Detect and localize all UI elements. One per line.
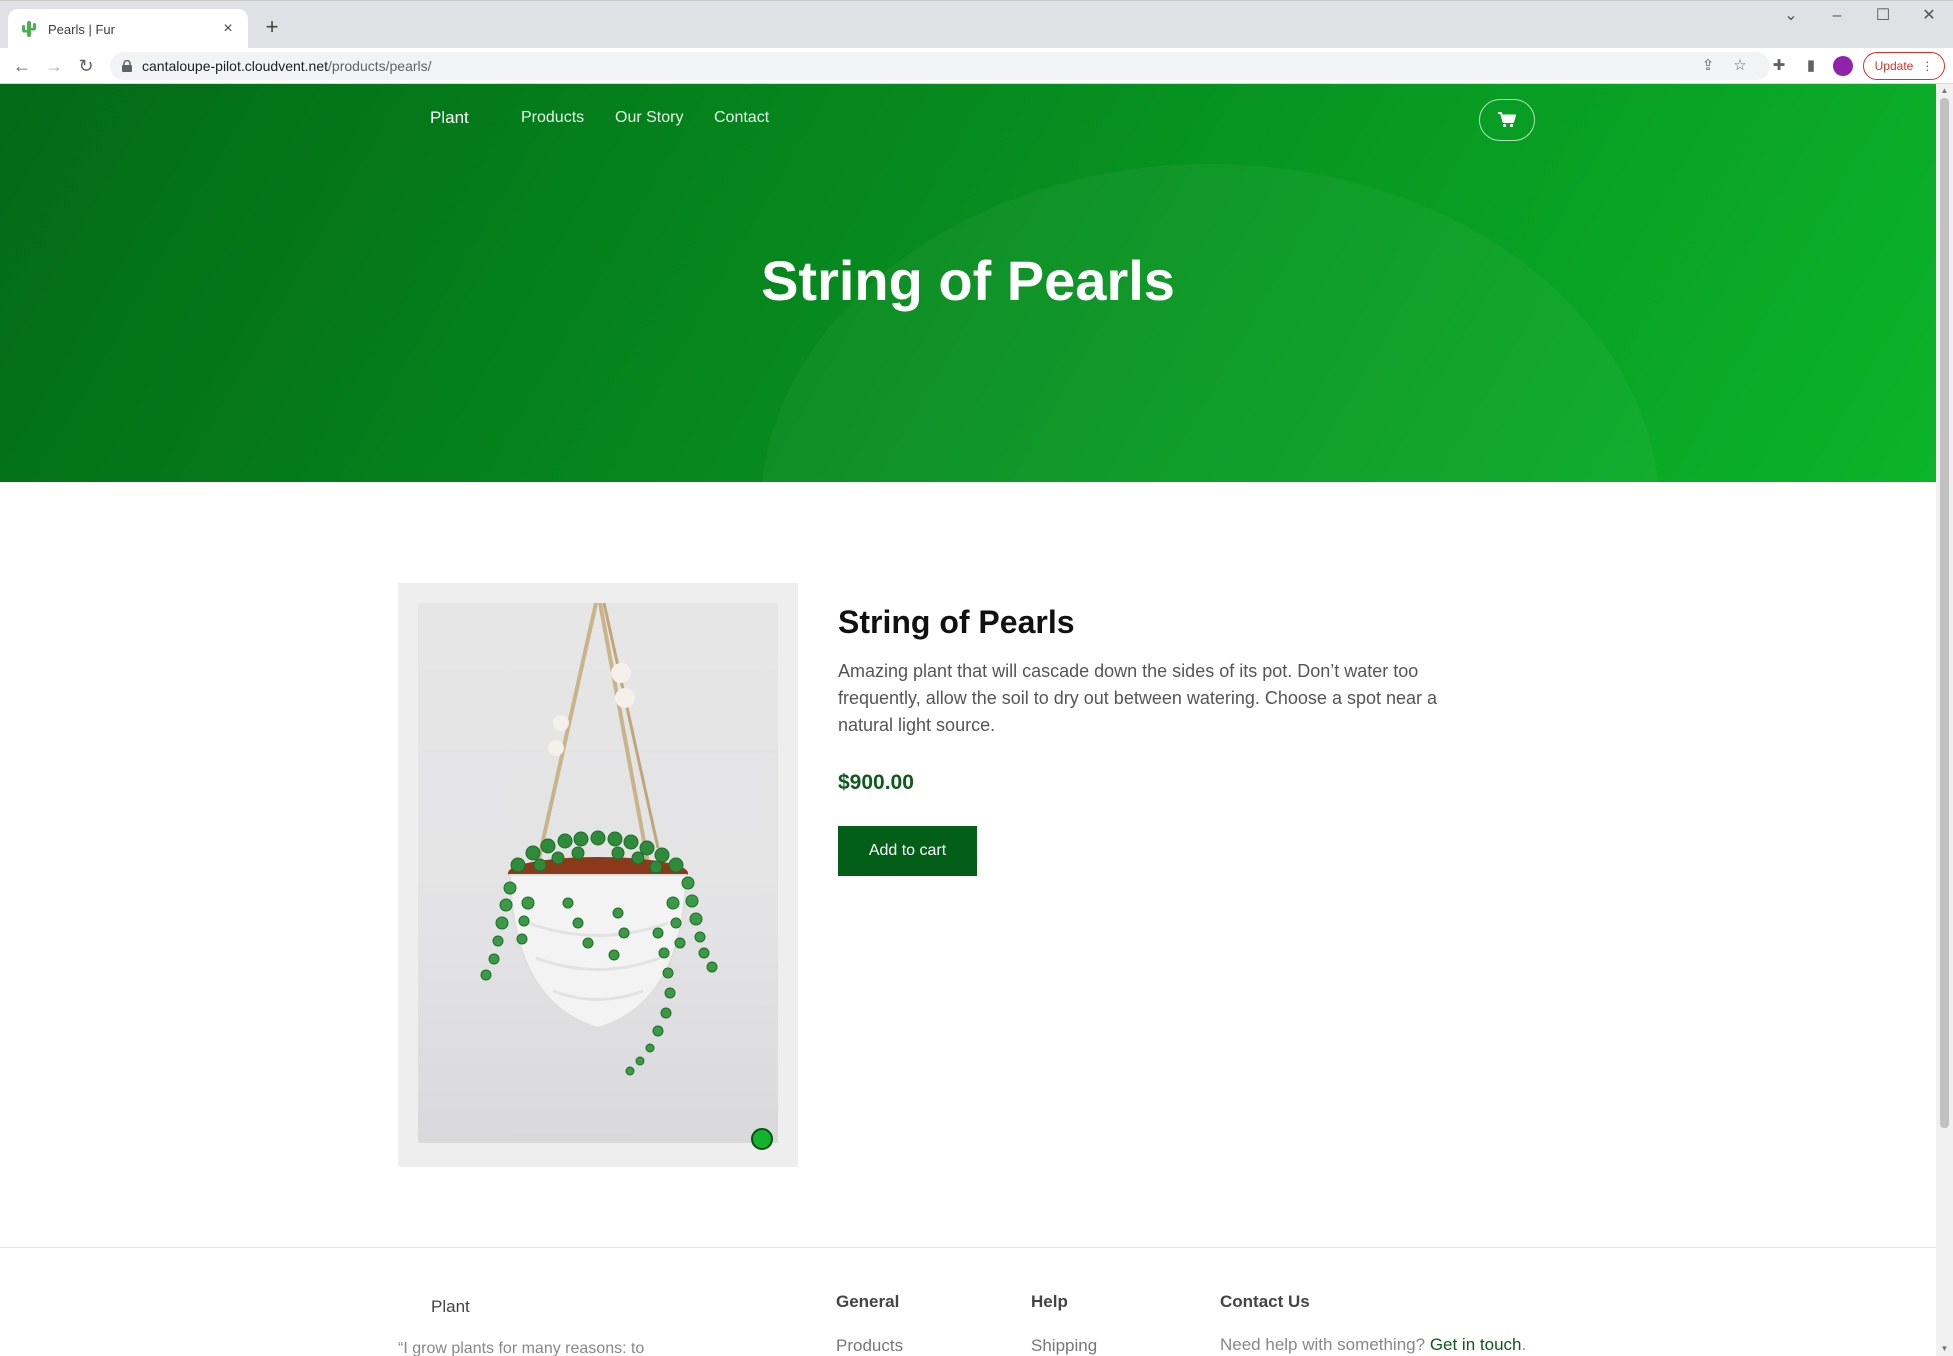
browser-tabstrip: Pearls | Fur × + ⌄ – ☐ ✕	[0, 0, 1953, 49]
close-window-icon[interactable]: ✕	[1906, 3, 1952, 29]
product-image-frame	[398, 583, 798, 1167]
footer-quote: “I grow plants for many reasons: to	[398, 1340, 645, 1356]
close-tab-icon[interactable]: ×	[218, 19, 238, 39]
tab-title: Pearls | Fur	[48, 21, 115, 37]
site-brand-link[interactable]: Plant	[430, 108, 469, 128]
url-text: cantaloupe-pilot.cloudvent.net/products/…	[142, 58, 432, 74]
new-tab-icon[interactable]: +	[258, 13, 286, 41]
extensions-icon[interactable]: ✚	[1768, 55, 1790, 77]
cart-icon	[1498, 112, 1516, 128]
share-icon[interactable]: ⇪	[1697, 55, 1719, 77]
product-description: Amazing plant that will cascade down the…	[838, 661, 1438, 735]
get-in-touch-link[interactable]: Get in touch	[1430, 1335, 1522, 1354]
scrollbar-thumb[interactable]	[1940, 98, 1949, 1128]
footer-brand[interactable]: Plant	[431, 1297, 470, 1317]
product-name: String of Pearls	[838, 604, 1075, 640]
minimize-icon[interactable]: –	[1814, 3, 1860, 29]
page-viewport: Plant Products Our Story Contact String …	[0, 84, 1936, 1356]
add-to-cart-button[interactable]: Add to cart	[838, 826, 977, 876]
hero-banner: Plant Products Our Story Contact String …	[0, 84, 1936, 482]
footer-contact-text: Need help with something? Get in touch.	[1220, 1335, 1526, 1355]
nav-contact[interactable]: Contact	[714, 109, 769, 127]
nav-products[interactable]: Products	[521, 109, 584, 127]
more-menu-icon: ⋮	[1921, 59, 1934, 73]
maximize-icon[interactable]: ☐	[1860, 3, 1906, 29]
page-scrollbar[interactable]: ▲ ▼	[1936, 84, 1953, 1356]
tab-search-icon[interactable]: ⌄	[1768, 3, 1814, 29]
hero-decoration	[760, 164, 1660, 482]
bookmark-star-icon[interactable]: ☆	[1729, 55, 1751, 77]
back-icon[interactable]: ←	[9, 53, 35, 79]
footer-contact-period: .	[1521, 1335, 1527, 1354]
footer-products-link[interactable]: Products	[836, 1336, 903, 1356]
footer-contact-prompt: Need help with something?	[1220, 1335, 1426, 1354]
nav-our-story[interactable]: Our Story	[615, 109, 683, 127]
reload-icon[interactable]: ↻	[73, 53, 99, 79]
update-label: Update	[1874, 59, 1914, 73]
footer-general-heading: General	[836, 1292, 900, 1311]
profile-avatar[interactable]	[1833, 56, 1853, 76]
browser-toolbar: ← → ↻ cantaloupe-pilot.cloudvent.net/pro…	[0, 48, 1953, 84]
footer-divider	[0, 1247, 1936, 1248]
footer-help-heading: Help	[1031, 1292, 1068, 1311]
scroll-down-icon[interactable]: ▼	[1940, 1345, 1949, 1353]
image-indicator-dot[interactable]	[751, 1128, 773, 1150]
browser-tab[interactable]: Pearls | Fur ×	[8, 9, 248, 49]
side-panel-icon[interactable]: ▮	[1800, 55, 1822, 77]
url-host: cantaloupe-pilot.cloudvent.net	[142, 58, 329, 74]
footer-shipping-link[interactable]: Shipping	[1031, 1336, 1097, 1356]
url-path: /products/pearls/	[328, 58, 432, 74]
string-of-pearls-illustration	[480, 603, 718, 1076]
hero-title: String of Pearls	[761, 249, 1175, 312]
product-image	[418, 603, 778, 1143]
lock-icon	[122, 60, 132, 72]
scroll-up-icon[interactable]: ▲	[1940, 87, 1949, 95]
cactus-favicon-icon	[22, 21, 36, 37]
product-price: $900.00	[838, 771, 914, 794]
footer-contact-heading: Contact Us	[1220, 1292, 1310, 1311]
update-button[interactable]: Update ⋮	[1863, 52, 1945, 80]
cart-button[interactable]	[1479, 99, 1535, 141]
address-bar[interactable]: cantaloupe-pilot.cloudvent.net/products/…	[110, 52, 1770, 80]
forward-icon[interactable]: →	[41, 53, 67, 79]
